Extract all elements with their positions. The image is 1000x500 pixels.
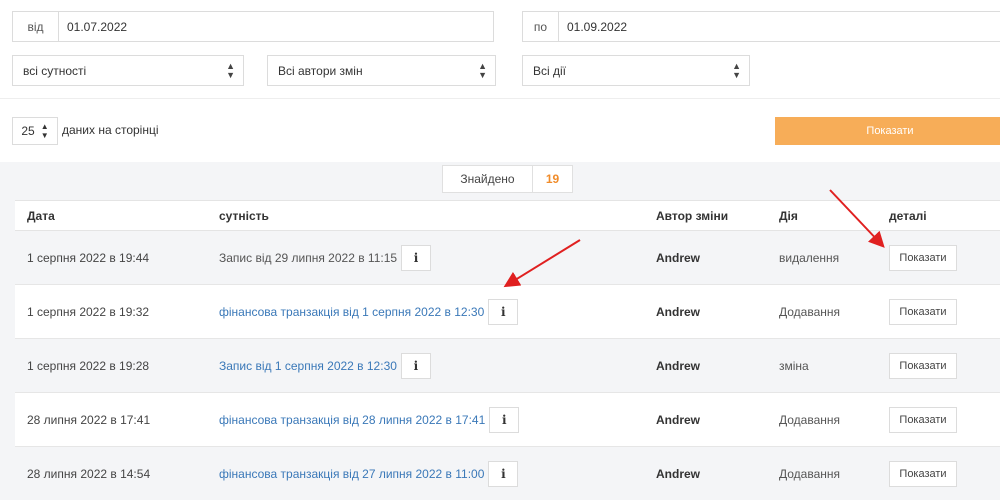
select-caret-icon: ▲ ▼ bbox=[478, 60, 487, 80]
row-author: Andrew bbox=[656, 250, 701, 265]
entity-link[interactable]: фінансова транзакція від 27 липня 2022 в… bbox=[219, 467, 484, 481]
entity-link[interactable]: фінансова транзакція від 1 серпня 2022 в… bbox=[219, 305, 484, 319]
row-details: Показати bbox=[889, 406, 957, 433]
row-details: Показати bbox=[889, 460, 957, 487]
table-header: Дата сутність Автор зміни Дія деталі bbox=[15, 200, 1000, 231]
row-date: 1 серпня 2022 в 19:44 bbox=[27, 250, 150, 265]
authors-select-value: Всі автори змін bbox=[278, 63, 363, 78]
authors-select[interactable]: Всі автори змін ▲ ▼ bbox=[267, 55, 496, 86]
entities-select[interactable]: всі сутності ▲ ▼ bbox=[12, 55, 244, 86]
divider bbox=[0, 98, 1000, 99]
details-show-button[interactable]: Показати bbox=[889, 406, 957, 433]
row-details: Показати bbox=[889, 352, 957, 379]
table-row: 1 серпня 2022 в 19:28 Запис від 1 серпня… bbox=[15, 339, 1000, 393]
details-show-button[interactable]: Показати bbox=[889, 352, 957, 379]
found-count: 19 bbox=[545, 172, 560, 186]
info-icon[interactable]: i bbox=[401, 244, 432, 271]
per-page-select[interactable]: 25 ▲ ▼ bbox=[12, 117, 58, 145]
row-details: Показати bbox=[889, 298, 957, 325]
row-date: 28 липня 2022 в 17:41 bbox=[27, 412, 151, 427]
table-row: 28 липня 2022 в 14:54 фінансова транзакц… bbox=[15, 447, 1000, 500]
date-from-value[interactable]: 01.07.2022 bbox=[59, 20, 127, 34]
header-action[interactable]: Дія bbox=[779, 209, 798, 223]
row-details: Показати bbox=[889, 244, 957, 271]
info-icon[interactable]: i bbox=[400, 352, 431, 379]
date-from-field[interactable]: від 01.07.2022 bbox=[12, 11, 494, 42]
actions-select[interactable]: Всі дії ▲ ▼ bbox=[522, 55, 750, 86]
changes-table: Дата сутність Автор зміни Дія деталі 1 с… bbox=[15, 200, 1000, 500]
row-date: 1 серпня 2022 в 19:32 bbox=[27, 304, 150, 319]
row-author: Andrew bbox=[656, 358, 701, 373]
row-date: 1 серпня 2022 в 19:28 bbox=[27, 358, 150, 373]
show-button[interactable]: Показати bbox=[775, 117, 1000, 145]
entity-link[interactable]: фінансова транзакція від 28 липня 2022 в… bbox=[219, 413, 485, 427]
entities-select-value: всі сутності bbox=[23, 63, 87, 78]
table-row: 1 серпня 2022 в 19:44 Запис від 29 липня… bbox=[15, 231, 1000, 285]
details-show-button[interactable]: Показати bbox=[889, 244, 957, 271]
header-date[interactable]: Дата bbox=[27, 209, 55, 223]
actions-select-value: Всі дії bbox=[533, 63, 567, 78]
select-caret-icon: ▲ ▼ bbox=[732, 60, 741, 80]
row-entity: фінансова транзакція від 1 серпня 2022 в… bbox=[219, 298, 519, 325]
select-caret-icon: ▲ ▼ bbox=[40, 122, 49, 140]
row-action: видалення bbox=[779, 250, 840, 265]
date-to-field[interactable]: по 01.09.2022 bbox=[522, 11, 1000, 42]
details-show-button[interactable]: Показати bbox=[889, 460, 957, 487]
filter-panel: від 01.07.2022 по 01.09.2022 всі сутност… bbox=[0, 0, 1000, 162]
info-icon[interactable]: i bbox=[488, 298, 519, 325]
entity-text: Запис від 29 липня 2022 в 11:15 bbox=[219, 250, 398, 265]
select-caret-icon: ▲ ▼ bbox=[226, 60, 235, 80]
info-icon[interactable]: i bbox=[489, 406, 520, 433]
row-action: Додавання bbox=[779, 466, 841, 481]
row-author: Andrew bbox=[656, 412, 701, 427]
date-to-value[interactable]: 01.09.2022 bbox=[559, 20, 627, 34]
row-action: Додавання bbox=[779, 412, 841, 427]
per-page-value: 25 bbox=[21, 124, 35, 138]
header-author[interactable]: Автор зміни bbox=[656, 209, 728, 223]
row-entity: фінансова транзакція від 28 липня 2022 в… bbox=[219, 406, 520, 433]
per-page-label: даних на сторінці bbox=[62, 123, 159, 137]
row-entity: Запис від 1 серпня 2022 в 12:30 i bbox=[219, 352, 431, 379]
entity-link[interactable]: Запис від 1 серпня 2022 в 12:30 bbox=[219, 359, 397, 373]
table-row: 28 липня 2022 в 17:41 фінансова транзакц… bbox=[15, 393, 1000, 447]
row-date: 28 липня 2022 в 14:54 bbox=[27, 466, 151, 481]
found-counter: Знайдено 19 bbox=[442, 165, 573, 193]
table-row: 1 серпня 2022 в 19:32 фінансова транзакц… bbox=[15, 285, 1000, 339]
found-label: Знайдено bbox=[443, 166, 533, 192]
details-show-button[interactable]: Показати bbox=[889, 298, 957, 325]
row-author: Andrew bbox=[656, 304, 701, 319]
info-icon[interactable]: i bbox=[488, 460, 519, 487]
row-author: Andrew bbox=[656, 466, 701, 481]
row-action: Додавання bbox=[779, 304, 841, 319]
date-from-prefix: від bbox=[13, 12, 59, 41]
row-entity: Запис від 29 липня 2022 в 11:15 i bbox=[219, 244, 432, 271]
row-entity: фінансова транзакція від 27 липня 2022 в… bbox=[219, 460, 519, 487]
date-to-prefix: по bbox=[523, 12, 559, 41]
header-details: деталі bbox=[889, 209, 927, 223]
header-entity[interactable]: сутність bbox=[219, 209, 269, 223]
row-action: зміна bbox=[779, 358, 809, 373]
